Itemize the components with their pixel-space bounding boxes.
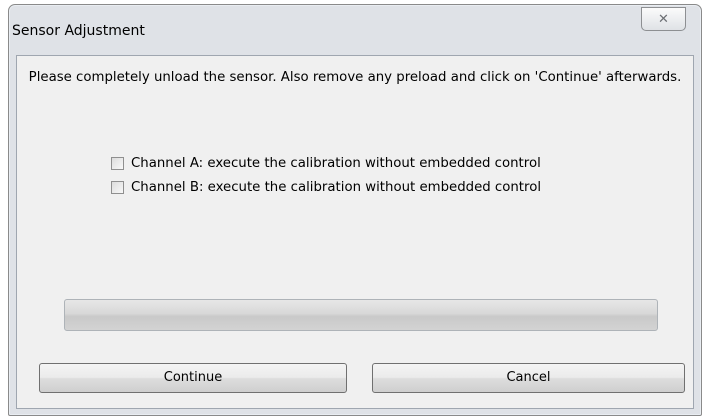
channel-a-label: Channel A: execute the calibration witho… (131, 155, 541, 171)
channel-a-checkbox[interactable] (111, 156, 124, 170)
channel-b-option[interactable]: Channel B: execute the calibration witho… (111, 178, 541, 196)
dialog-content: Please completely unload the sensor. Als… (16, 55, 694, 409)
instruction-message: Please completely unload the sensor. Als… (28, 70, 682, 85)
sensor-adjustment-dialog: Sensor Adjustment ✕ Please completely un… (8, 4, 702, 416)
progress-bar (64, 299, 658, 331)
channel-b-checkbox[interactable] (111, 180, 124, 194)
title-bar: Sensor Adjustment ✕ (9, 5, 701, 55)
channel-a-option[interactable]: Channel A: execute the calibration witho… (111, 154, 541, 172)
continue-button[interactable]: Continue (39, 363, 347, 393)
close-button[interactable]: ✕ (641, 7, 686, 31)
dialog-title: Sensor Adjustment (12, 23, 145, 39)
cancel-button[interactable]: Cancel (372, 363, 685, 393)
channel-b-label: Channel B: execute the calibration witho… (131, 179, 542, 195)
close-icon: ✕ (658, 12, 669, 27)
